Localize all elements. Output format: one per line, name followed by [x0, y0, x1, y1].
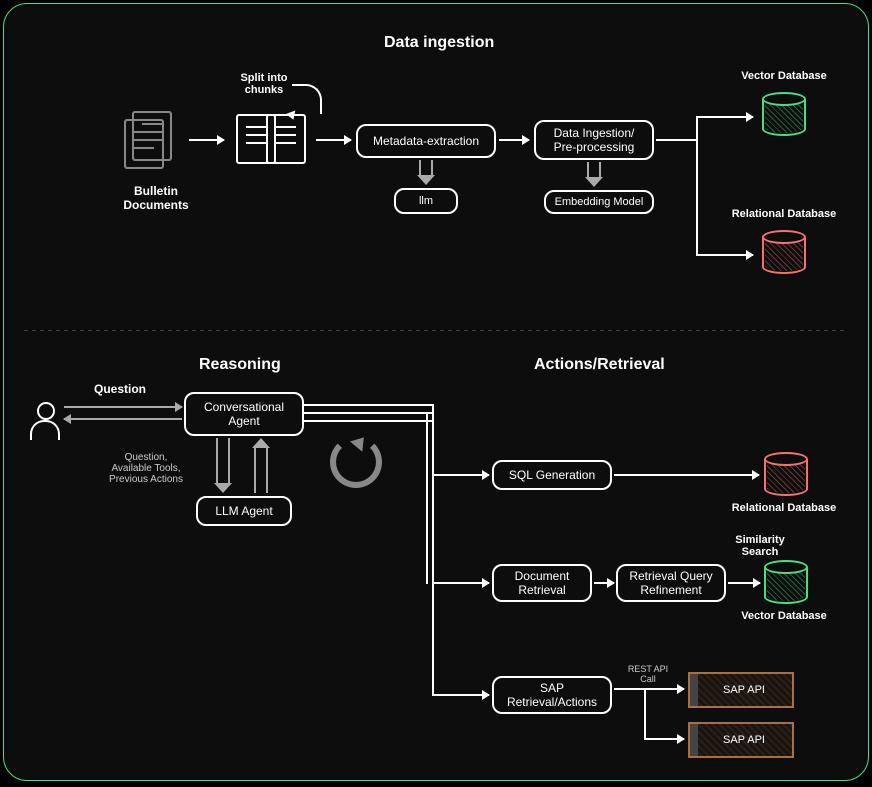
document-icon: [266, 114, 306, 164]
arrow-icon: [434, 694, 489, 696]
connector: [696, 116, 698, 256]
arrow-icon: [594, 582, 614, 584]
ingestion-title: Data ingestion: [384, 34, 494, 52]
llm-agent-box: LLM Agent: [196, 496, 292, 526]
section-divider: [24, 330, 848, 331]
vector-db-label: Vector Database: [724, 70, 844, 82]
arrow-icon: [614, 474, 759, 476]
doc-retrieval-box: Document Retrieval: [492, 564, 592, 602]
arrow-icon: [698, 254, 753, 256]
database-icon: [764, 452, 808, 496]
similarity-label: Similarity Search: [722, 534, 798, 558]
question-label: Question: [94, 382, 146, 396]
reasoning-title: Reasoning: [199, 356, 281, 374]
sql-gen-box: SQL Generation: [492, 460, 612, 490]
rqr-box: Retrieval Query Refinement: [616, 564, 726, 602]
data-ingestion-box: Data Ingestion/ Pre-processing: [534, 120, 654, 160]
embedding-box: Embedding Model: [544, 190, 654, 214]
arrow-icon: [316, 139, 351, 141]
bulletin-label: Bulletin Documents: [106, 184, 206, 212]
rest-call-label: REST API Call: [618, 664, 678, 684]
database-icon: [764, 560, 808, 604]
relational-db-label: Relational Database: [714, 208, 854, 220]
arrow-down-icon: [216, 438, 230, 493]
llm-box: llm: [394, 188, 458, 214]
conversational-agent-box: Conversational Agent: [184, 392, 304, 436]
sap-api-box: SAP API: [694, 722, 794, 758]
arrow-icon: [646, 738, 684, 740]
arrow-down-icon: [587, 162, 601, 187]
database-icon: [762, 230, 806, 274]
split-label: Split into chunks: [229, 72, 299, 96]
bidirectional-arrow: [64, 406, 182, 420]
connector: [304, 404, 434, 406]
connector: [304, 412, 434, 414]
connector: [304, 420, 434, 422]
connector: [432, 404, 434, 696]
arrow-up-icon: [254, 438, 268, 493]
arrow-icon: [434, 474, 489, 476]
sap-api-box: SAP API: [694, 672, 794, 708]
loop-arrow-icon: [292, 84, 322, 114]
connector: [644, 690, 646, 740]
arrow-icon: [728, 582, 760, 584]
sap-actions-box: SAP Retrieval/Actions: [492, 676, 612, 714]
arrow-icon: [499, 139, 529, 141]
cycle-icon: [330, 436, 382, 488]
document-icon: [132, 111, 172, 161]
vector-db-label: Vector Database: [724, 610, 844, 622]
diagram-canvas: Data ingestion Bulletin Documents Split …: [3, 3, 869, 781]
arrow-icon: [614, 688, 684, 690]
arrow-down-icon: [419, 160, 433, 185]
database-icon: [762, 92, 806, 136]
arrow-icon: [698, 116, 753, 118]
arrow-icon: [434, 582, 489, 584]
arrow-icon: [189, 139, 224, 141]
connector: [426, 412, 428, 584]
metadata-box: Metadata-extraction: [356, 124, 496, 158]
actions-title: Actions/Retrieval: [534, 356, 665, 374]
person-icon: [30, 402, 60, 442]
connector: [656, 139, 696, 141]
relational-db-label: Relational Database: [714, 502, 854, 514]
qap-label: Question, Available Tools, Previous Acti…: [96, 452, 196, 485]
